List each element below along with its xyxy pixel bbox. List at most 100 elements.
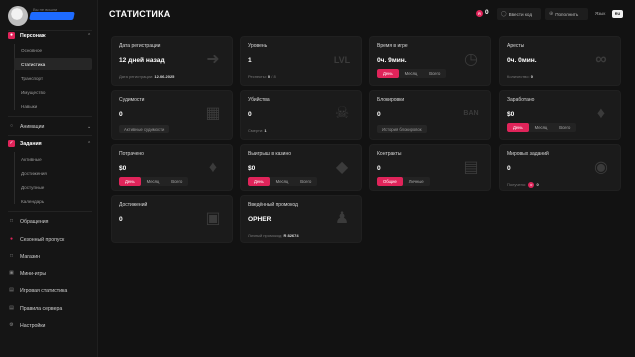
card-playtime: Время в игре 0ч. 9мин. День Месяц Всего … (369, 36, 491, 86)
tab-day[interactable]: День (248, 177, 270, 186)
ticket-icon: □ (9, 218, 14, 224)
sidebar-item-available[interactable]: Доступные (14, 181, 92, 193)
contract-tabs: Общие Личные (377, 177, 430, 186)
sidebar-item-basic[interactable]: Основное (14, 44, 92, 56)
redeem-code-button[interactable]: ◯ Ввести код (497, 8, 541, 20)
card-value: $0 (119, 165, 127, 172)
card-title: Контракты (377, 151, 402, 157)
coin-amount: 0 (485, 9, 489, 16)
tab-personal[interactable]: Личные (403, 177, 430, 186)
money-icon: ♦ (596, 105, 606, 122)
card-meta: Количество: 0 (507, 74, 533, 79)
sidebar-item-statistics[interactable]: Статистика (14, 58, 92, 70)
tab-total[interactable]: Всего (553, 123, 576, 132)
card-meta: Дата регистрации: 12.06.2025 (119, 74, 175, 79)
card-world-tasks: Мировых заданий 0 Получено: R 0 ◉ (499, 144, 621, 191)
card-meta: Личный промокод: R 82674 (248, 233, 299, 238)
card-title: Судимости (119, 97, 145, 103)
period-tabs: День Месяц Всего (119, 177, 189, 186)
coin-icon: R (528, 182, 535, 188)
card-title: Выигрыш в казино (248, 151, 292, 157)
ban-history-button[interactable]: История блокировок (377, 125, 427, 133)
profile[interactable]: Вы не вошли (8, 6, 94, 26)
sidebar-item-active[interactable]: Активные (14, 153, 92, 165)
card-title: Время в игре (377, 43, 408, 49)
card-value: $0 (507, 111, 515, 118)
avatar[interactable] (8, 6, 28, 26)
card-title: Введённый промокод (248, 202, 298, 208)
card-arrests: Аресты 0ч. 0мин. Количество: 0 ∞ (499, 36, 621, 86)
card-title: Достижений (119, 202, 148, 208)
skull-icon: ☠ (334, 105, 350, 122)
sidebar-item-skills[interactable]: Навыки (14, 100, 92, 112)
coin-icon: R (476, 10, 483, 17)
tab-day[interactable]: День (377, 69, 399, 78)
tab-total[interactable]: Всего (165, 177, 188, 186)
banned-icon: BAN (463, 110, 479, 117)
sidebar-item-transport[interactable]: Транспорт (14, 72, 92, 84)
divider (8, 116, 92, 117)
sidebar-item-rules[interactable]: ▤ Правила сервера (0, 302, 98, 315)
card-value: 0 (377, 111, 381, 118)
card-value: OPHER (248, 216, 272, 223)
tab-general[interactable]: Общие (377, 177, 403, 186)
tab-total[interactable]: Всего (294, 177, 317, 186)
card-spent: Потрачено $0 День Месяц Всего ♦ (111, 144, 233, 191)
tab-total[interactable]: Всего (423, 69, 446, 78)
tab-month[interactable]: Месяц (141, 177, 166, 186)
active-convictions-button[interactable]: Активные судимости (119, 125, 170, 133)
clock-icon: ◷ (464, 51, 478, 68)
sidebar-item-property[interactable]: Имущество (14, 86, 92, 98)
sidebar-item-season-pass[interactable]: ● Сезонный пропуск (0, 233, 98, 246)
gamepad-icon: ▣ (9, 270, 14, 276)
sidebar-item-label: Магазин (20, 253, 41, 260)
card-value: 1 (248, 57, 252, 64)
login-icon: ➜ (206, 51, 220, 68)
casino-chip-icon: ◆ (335, 159, 349, 176)
sidebar-item-animations[interactable]: ○ Анимации ⌄ (0, 120, 98, 133)
sidebar-item-tasks[interactable]: ✓ Задания ⌃ (0, 137, 98, 150)
topup-button[interactable]: ⊕ Пополнить (545, 8, 588, 20)
sidebar-item-tickets[interactable]: □ Обращения (0, 215, 98, 228)
language-selector[interactable]: RU (612, 10, 623, 18)
chevron-down-icon: ⌄ (87, 123, 92, 130)
card-value: 0 (119, 111, 123, 118)
sidebar-item-minigames[interactable]: ▣ Мини-игры (0, 267, 98, 280)
handcuffs-icon: ∞ (595, 51, 607, 68)
sidebar-item-shop[interactable]: □ Магазин (0, 250, 98, 263)
card-title: Потрачено (119, 151, 144, 157)
card-value: 0ч. 0мин. (507, 57, 537, 64)
card-title: Уровень (248, 43, 268, 49)
sidebar-item-settings[interactable]: ⚙ Настройки (0, 319, 98, 332)
sidebar-item-game-stats[interactable]: ▤ Игровая статистика (0, 284, 98, 297)
sidebar-item-achievements[interactable]: Достижения (14, 167, 92, 179)
tab-month[interactable]: Месяц (529, 123, 554, 132)
period-tabs: День Месяц Всего (377, 69, 447, 78)
chevron-up-icon: ⌃ (87, 140, 92, 147)
profile-name-redacted (29, 12, 75, 20)
grid-shapes-icon: ▣ (205, 210, 221, 227)
card-title: Убийства (248, 97, 270, 103)
card-title: Мировых заданий (507, 151, 549, 157)
tab-day[interactable]: День (507, 123, 529, 132)
divider (8, 135, 92, 136)
sidebar-item-label: Персонаж (20, 32, 46, 39)
shop-icon: □ (9, 253, 14, 259)
card-value: 0 (377, 165, 381, 172)
card-convictions: Судимости 0 Активные судимости ▦ (111, 90, 233, 140)
sidebar-item-calendar[interactable]: Календарь (14, 195, 92, 207)
tab-month[interactable]: Месяц (270, 177, 295, 186)
sidebar-item-character[interactable]: ● Персонаж ⌃ (0, 29, 98, 42)
globe-icon: ◉ (594, 159, 608, 176)
page-title: СТАТИСТИКА (109, 9, 171, 19)
card-title: Заработано (507, 97, 535, 103)
level-icon: LVL (333, 55, 351, 65)
card-achievements: Достижений 0 ▣ (111, 195, 233, 243)
card-value: $0 (248, 165, 256, 172)
sidebar-item-label: Задания (20, 140, 42, 147)
card-meta: Респекты: 0 / 8 (248, 74, 276, 79)
tab-day[interactable]: День (119, 177, 141, 186)
add-user-icon: ♟ (334, 210, 350, 227)
period-tabs: День Месяц Всего (507, 123, 577, 132)
tab-month[interactable]: Месяц (399, 69, 424, 78)
